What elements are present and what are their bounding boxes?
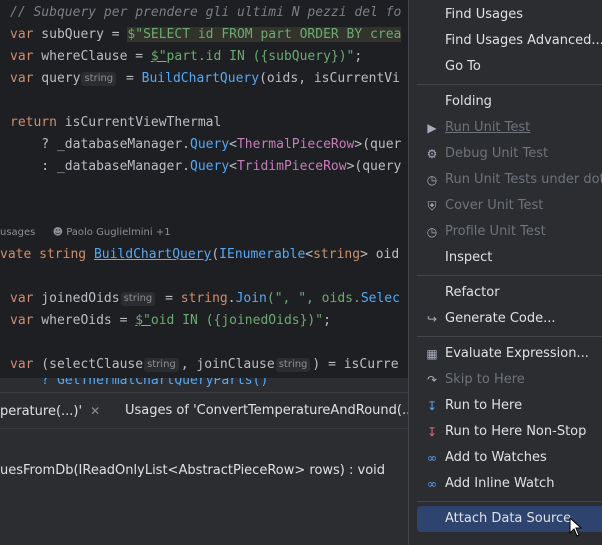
play-icon: ▶ (427, 121, 437, 135)
menu-item-run-to-here-non-stop[interactable]: ↧ Run to Here Non-Stop (417, 419, 602, 445)
menu-separator (417, 336, 602, 337)
type-hint: string (120, 292, 156, 306)
menu-item-go-to[interactable]: Go To (417, 54, 602, 80)
code-line: ? GetThermalChartQueryParts() (10, 378, 269, 388)
context-menu: Find Usages Find Usages Advanced... Go T… (408, 0, 602, 545)
menu-item-run-unit-test[interactable]: ▶ Run Unit Test (417, 115, 602, 141)
tab-usages-convert-temperature-and-round[interactable]: Usages of 'ConvertTemperatureAndRound(..… (125, 393, 414, 429)
menu-separator (417, 84, 602, 85)
shield-icon: ⛨ (427, 199, 437, 213)
step-icon: ↧ (426, 399, 438, 413)
code-line: var (selectClause string, joinClause strin… (10, 357, 399, 372)
timer-icon: ◷ (426, 225, 438, 239)
menu-item-add-to-watches[interactable]: ∞ Add to Watches (417, 445, 602, 471)
timer-icon: ◷ (426, 173, 438, 187)
code-line: ? _databaseManager.Query<ThermalPieceRow… (10, 137, 402, 152)
type-hint: string (144, 358, 179, 372)
menu-item-skip-to-here[interactable]: ↷ Skip to Here (417, 367, 602, 393)
menu-separator (417, 275, 602, 276)
menu-item-folding[interactable]: Folding (417, 89, 602, 115)
code-line: var query string = BuildChartQuery(oids, … (10, 71, 400, 86)
code-line: var whereOids = $"oid IN ({joinedOids})"… (10, 313, 331, 328)
menu-item-evaluate-expression[interactable]: ▦ Evaluate Expression... (417, 341, 602, 367)
tab-usages-convert-temperature[interactable]: perature(...)' ✕ (0, 393, 100, 429)
close-icon[interactable]: ✕ (90, 404, 100, 418)
author-icon: ☻ (52, 227, 64, 238)
code-line: return isCurrentViewThermal (10, 115, 222, 130)
menu-item-find-usages[interactable]: Find Usages (417, 2, 602, 28)
menu-item-refactor[interactable]: Refactor (417, 280, 602, 306)
code-line: vate string BuildChartQuery(IEnumerable<… (0, 247, 400, 262)
codelens-hint[interactable]: usages ☻ Paolo Guglielmini +1 (0, 224, 171, 242)
menu-item-profile-unit-test[interactable]: ◷ Profile Unit Test (417, 219, 602, 245)
usage-result-item[interactable]: uesFromDb(IReadOnlyList<AbstractPieceRow… (0, 463, 385, 478)
menu-item-add-inline-watch[interactable]: ∞ Add Inline Watch (417, 471, 602, 497)
calculator-icon: ▦ (426, 347, 438, 361)
glasses-icon: ∞ (427, 451, 437, 465)
type-hint: string (81, 72, 117, 86)
menu-item-generate-code[interactable]: ↪ Generate Code... (417, 306, 602, 332)
menu-item-cover-unit-test[interactable]: ⛨ Cover Unit Test (417, 193, 602, 219)
menu-item-run-to-here[interactable]: ↧ Run to Here (417, 393, 602, 419)
step-icon: ↷ (426, 373, 438, 387)
menu-item-find-usages-advanced[interactable]: Find Usages Advanced... (417, 28, 602, 54)
glasses-icon: ∞ (427, 477, 437, 491)
code-line: var joinedOids string = string.Join(", ",… (10, 291, 400, 306)
menu-item-inspect[interactable]: Inspect (417, 245, 602, 271)
mouse-cursor-icon (569, 517, 583, 537)
code-line: // Subquery per prendere gli ultimi N pe… (10, 5, 402, 20)
step-icon: ↧ (426, 425, 438, 439)
menu-item-run-unit-tests-under-dot[interactable]: ◷ Run Unit Tests under dot (417, 167, 602, 193)
code-line: var subQuery = $"SELECT id FROM part ORD… (10, 27, 402, 42)
bug-icon: ⚙ (426, 147, 438, 161)
menu-item-debug-unit-test[interactable]: ⚙ Debug Unit Test (417, 141, 602, 167)
type-hint: string (275, 358, 311, 372)
menu-separator (417, 501, 602, 502)
generate-icon: ↪ (426, 312, 438, 326)
code-line: var whereClause = $"part.id IN ({subQuer… (10, 49, 363, 64)
code-line: : _databaseManager.Query<TridimPieceRow>… (10, 159, 402, 174)
